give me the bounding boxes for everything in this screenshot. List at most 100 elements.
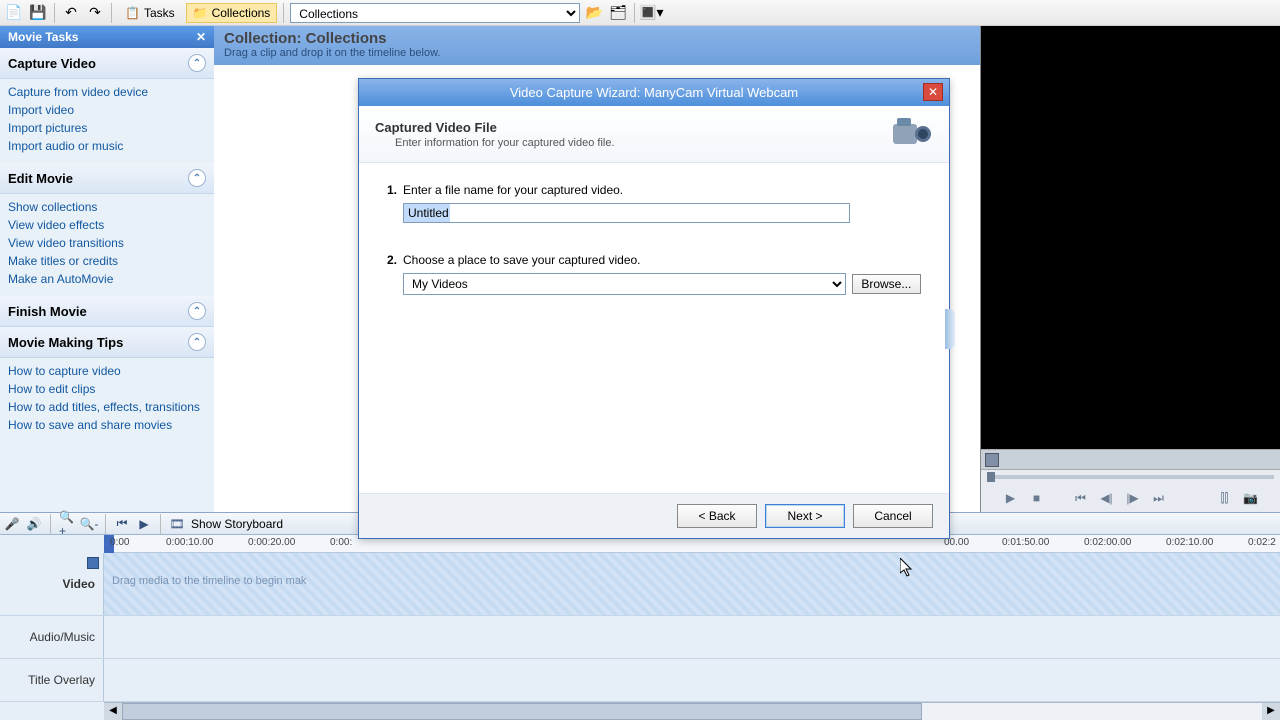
storyboard-icon: 🎞	[169, 516, 185, 532]
undo-icon[interactable]: ↶	[61, 3, 81, 23]
dialog-titlebar[interactable]: Video Capture Wizard: ManyCam Virtual We…	[359, 79, 949, 106]
snapshot-icon[interactable]: 📷	[1243, 490, 1259, 506]
seek-slider[interactable]	[981, 470, 1280, 484]
link-how-save[interactable]: How to save and share movies	[8, 416, 206, 434]
ruler-mark: 0:02:10.00	[1166, 537, 1213, 548]
ruler-mark: 0:01:50.00	[1002, 537, 1049, 548]
save-location-dropdown[interactable]: My Videos	[403, 273, 846, 295]
new-folder-icon[interactable]: 🗂	[608, 3, 628, 23]
title-track-label: Title Overlay	[0, 659, 104, 701]
link-titles-credits[interactable]: Make titles or credits	[8, 252, 206, 270]
scroll-right-icon[interactable]: ▶	[1262, 703, 1280, 720]
ruler-mark: 0:00:10.00	[166, 537, 213, 548]
main-toolbar: 📄 💾 ↶ ↷ 📋 Tasks 📁 Collections Collection…	[0, 0, 1280, 26]
prev-icon[interactable]: ⏮	[1073, 490, 1089, 506]
separator	[283, 3, 284, 23]
step2-label: Choose a place to save your captured vid…	[403, 253, 640, 267]
cancel-button[interactable]: Cancel	[853, 504, 933, 528]
new-icon[interactable]: 📄	[4, 3, 24, 23]
zoom-out-icon[interactable]: 🔍-	[81, 516, 97, 532]
step-fwd-icon[interactable]: |▶	[1125, 490, 1141, 506]
section-title: Finish Movie	[8, 304, 87, 319]
save-icon[interactable]: 💾	[28, 3, 48, 23]
next-button[interactable]: Next >	[765, 504, 845, 528]
tasks-sidebar: Movie Tasks ✕ Capture Video ⌃ Capture fr…	[0, 26, 214, 512]
separator	[634, 3, 635, 23]
ruler-mark: 0:00:	[330, 537, 352, 548]
folder-up-icon[interactable]: 📂	[584, 3, 604, 23]
show-storyboard-button[interactable]: Show Storyboard	[191, 517, 283, 531]
section-finish-movie[interactable]: Finish Movie ⌃	[0, 296, 214, 327]
preview-thumb-icon	[985, 453, 999, 467]
link-import-pictures[interactable]: Import pictures	[8, 119, 206, 137]
narrate-icon[interactable]: 🎤	[4, 516, 20, 532]
timeline-panel: 🎤 🔊 🔍+ 🔍- ⏮ ▶ 🎞 Show Storyboard 0:00 0:0…	[0, 512, 1280, 720]
ruler-mark: 0:00	[110, 537, 129, 548]
ruler-mark: 0:02:00.00	[1084, 537, 1131, 548]
section-title: Capture Video	[8, 56, 96, 71]
collection-subtitle: Drag a clip and drop it on the timeline …	[224, 47, 970, 59]
play-timeline-icon[interactable]: ▶	[136, 516, 152, 532]
scroll-left-icon[interactable]: ◀	[104, 703, 122, 720]
section-capture-video[interactable]: Capture Video ⌃	[0, 48, 214, 79]
audio-track-label: Audio/Music	[0, 616, 104, 658]
stop-icon[interactable]: ■	[1029, 490, 1045, 506]
ruler-mark: 0:00:20.00	[248, 537, 295, 548]
separator	[160, 514, 161, 534]
split-icon[interactable]: ⫿⫿	[1217, 490, 1233, 506]
link-automovie[interactable]: Make an AutoMovie	[8, 270, 206, 288]
next-icon[interactable]: ⏭	[1151, 490, 1167, 506]
redo-icon[interactable]: ↷	[85, 3, 105, 23]
separator	[50, 514, 51, 534]
link-show-collections[interactable]: Show collections	[8, 198, 206, 216]
separator	[105, 514, 106, 534]
view-icon[interactable]: 🔳▾	[641, 3, 661, 23]
section-title: Edit Movie	[8, 171, 73, 186]
play-icon[interactable]: ▶	[1003, 490, 1019, 506]
expand-track-icon[interactable]	[87, 557, 99, 569]
section-edit-movie[interactable]: Edit Movie ⌃	[0, 163, 214, 194]
link-video-effects[interactable]: View video effects	[8, 216, 206, 234]
audio-track[interactable]	[104, 616, 1280, 658]
filename-input[interactable]	[403, 203, 850, 223]
link-import-video[interactable]: Import video	[8, 101, 206, 119]
preview-pane: ▶ ■ ⏮ ◀| |▶ ⏭ ⫿⫿ 📷	[980, 26, 1280, 512]
dialog-collapse-handle[interactable]	[945, 309, 955, 349]
separator	[111, 3, 112, 23]
timeline-scrollbar[interactable]: ◀ ▶	[104, 702, 1280, 720]
zoom-in-icon[interactable]: 🔍+	[59, 516, 75, 532]
title-track[interactable]	[104, 659, 1280, 701]
preview-thumb-strip	[981, 450, 1280, 470]
link-video-transitions[interactable]: View video transitions	[8, 234, 206, 252]
chevron-up-icon[interactable]: ⌃	[188, 333, 206, 351]
link-how-titles[interactable]: How to add titles, effects, transitions	[8, 398, 206, 416]
step1-label: Enter a file name for your captured vide…	[403, 183, 623, 197]
link-how-capture[interactable]: How to capture video	[8, 362, 206, 380]
browse-button[interactable]: Browse...	[852, 274, 921, 294]
camcorder-icon	[889, 116, 933, 152]
separator	[54, 3, 55, 23]
link-capture-device[interactable]: Capture from video device	[8, 83, 206, 101]
audio-levels-icon[interactable]: 🔊	[26, 516, 42, 532]
video-track[interactable]: Drag media to the timeline to begin mak	[104, 553, 1280, 615]
close-icon[interactable]: ✕	[196, 30, 206, 44]
rewind-icon[interactable]: ⏮	[114, 516, 130, 532]
collections-button[interactable]: 📁 Collections	[186, 3, 278, 23]
collections-label: Collections	[212, 6, 271, 20]
link-how-edit[interactable]: How to edit clips	[8, 380, 206, 398]
chevron-up-icon[interactable]: ⌃	[188, 169, 206, 187]
ruler-mark: 0:02:2	[1248, 537, 1276, 548]
chevron-up-icon[interactable]: ⌃	[188, 54, 206, 72]
back-button[interactable]: < Back	[677, 504, 757, 528]
collections-dropdown[interactable]: Collections	[290, 3, 580, 23]
close-icon[interactable]: ✕	[923, 83, 943, 101]
collections-icon: 📁	[193, 6, 208, 20]
tasks-button[interactable]: 📋 Tasks	[118, 3, 182, 23]
dialog-step-subtitle: Enter information for your captured vide…	[395, 137, 615, 149]
link-import-audio[interactable]: Import audio or music	[8, 137, 206, 155]
step-back-icon[interactable]: ◀|	[1099, 490, 1115, 506]
dialog-title: Video Capture Wizard: ManyCam Virtual We…	[510, 85, 798, 100]
tasks-label: Tasks	[144, 6, 175, 20]
section-tips[interactable]: Movie Making Tips ⌃	[0, 327, 214, 358]
chevron-up-icon[interactable]: ⌃	[188, 302, 206, 320]
